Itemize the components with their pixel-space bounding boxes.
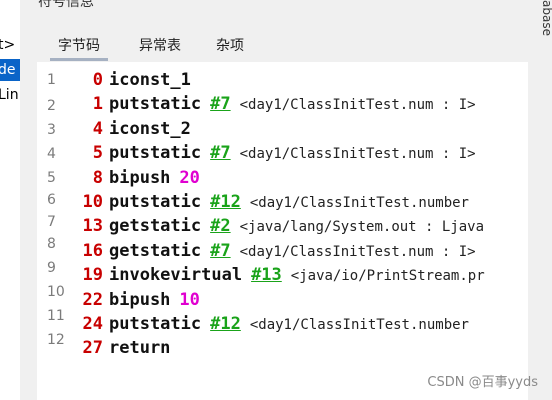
right-side-panel-tab[interactable]: abase [538, 0, 552, 60]
constant-pool-ref-link[interactable]: #7 [210, 241, 230, 261]
instruction-opcode: putstatic [109, 192, 202, 212]
instruction-offset: 27 [82, 338, 103, 359]
instruction-offset: 1 [92, 94, 103, 115]
bytecode-row[interactable]: 13 getstatic #2 <java/lang/System.out : Lja… [67, 214, 485, 238]
tab-bytecode[interactable]: 字节码 [50, 36, 108, 61]
instruction-comment: <day1/ClassInitTest.number [249, 195, 469, 211]
instruction-offset: 5 [92, 143, 103, 164]
instruction-opcode: putstatic [109, 314, 202, 334]
instruction-offset: 4 [92, 118, 103, 139]
constant-pool-ref-link[interactable]: #12 [210, 314, 241, 334]
line-number: 2 [47, 98, 56, 114]
instruction-opcode: iconst_1 [109, 70, 191, 90]
instruction-offset: 19 [82, 265, 103, 286]
bytecode-editor[interactable]: 1 2 3 4 5 6 7 8 9 10 11 12 0 iconst_1 1 putstatic #7 <da… [37, 62, 528, 400]
tree-item[interactable]: t> [0, 34, 20, 56]
bytecode-row[interactable]: 10 putstatic #12 <day1/ClassInitTest.number [67, 190, 469, 214]
instruction-comment: <day1/ClassInitTest.num : I> [239, 243, 476, 260]
instruction-opcode: putstatic [109, 94, 202, 115]
instruction-offset: 24 [82, 314, 103, 334]
instruction-opcode: getstatic [109, 216, 202, 237]
instruction-opcode: return [109, 338, 171, 359]
line-number: 11 [47, 308, 65, 324]
project-tree-panel: t> de Lin [0, 0, 20, 400]
instruction-comment: <java/lang/System.out : Ljava [239, 219, 485, 236]
bytecode-row[interactable]: 5 putstatic #7 <day1/ClassInitTest.num : I> [67, 141, 476, 165]
bytecode-row[interactable]: 8 bipush 20 [67, 166, 200, 190]
line-number: 8 [47, 236, 56, 252]
line-number: 4 [47, 146, 56, 162]
instruction-offset: 16 [82, 240, 103, 261]
bytecode-row[interactable]: 0 iconst_1 [67, 68, 191, 92]
bytecode-row[interactable]: 27 return [67, 336, 171, 360]
instruction-offset: 0 [92, 70, 103, 90]
instruction-comment: <day1/ClassInitTest.number [249, 317, 469, 333]
line-number: 10 [47, 284, 65, 300]
tree-item-label: Lin [0, 87, 19, 103]
watermark: CSDN @百事yyds [427, 375, 538, 390]
line-number: 1 [47, 72, 56, 88]
instruction-comment: <day1/ClassInitTest.num : I> [239, 146, 476, 163]
instruction-offset: 22 [82, 289, 103, 310]
tab-exception-table[interactable]: 异常表 [132, 36, 188, 58]
right-side-panel-label: abase [540, 0, 552, 36]
instruction-opcode: invokevirtual [109, 265, 243, 286]
bytecode-row[interactable]: 16 getstatic #7 <day1/ClassInitTest.num : I… [67, 239, 476, 263]
line-number: 12 [47, 332, 65, 348]
instruction-opcode: bipush [109, 289, 171, 310]
tree-item-selected[interactable]: de [0, 59, 20, 81]
constant-pool-ref-link[interactable]: #7 [210, 143, 230, 163]
tab-misc[interactable]: 杂项 [210, 36, 250, 58]
instruction-offset: 10 [82, 192, 103, 212]
instruction-offset: 8 [92, 167, 103, 188]
instruction-operand: 10 [179, 289, 200, 310]
tree-item-label: de [0, 62, 16, 78]
line-number: 6 [47, 192, 56, 208]
bytecode-row[interactable]: 24 putstatic #12 <day1/ClassInitTest.number [67, 312, 469, 336]
bytecode-row[interactable]: 19 invokevirtual #13 <java/io/PrintStream.p… [67, 263, 485, 287]
instruction-operand: 20 [179, 167, 200, 188]
instruction-opcode: getstatic [109, 240, 202, 261]
instruction-comment: <day1/ClassInitTest.num : I> [239, 97, 476, 114]
bytecode-row[interactable]: 4 iconst_2 [67, 117, 191, 141]
constant-pool-ref-link[interactable]: #13 [251, 265, 282, 285]
tree-item[interactable]: Lin [0, 84, 20, 106]
bytecode-row[interactable]: 22 bipush 10 [67, 288, 200, 312]
instruction-opcode: putstatic [109, 143, 202, 164]
constant-pool-ref-link[interactable]: #7 [210, 94, 230, 114]
line-number: 5 [47, 170, 56, 186]
constant-pool-ref-link[interactable]: #2 [210, 216, 230, 236]
tree-item-label: t> [0, 37, 16, 53]
constant-pool-ref-link[interactable]: #12 [210, 192, 241, 212]
line-number: 3 [47, 122, 56, 138]
instruction-opcode: iconst_2 [109, 118, 191, 139]
line-number: 7 [47, 214, 56, 230]
panel-heading: 符号信息 [38, 0, 94, 10]
line-number: 9 [47, 260, 56, 276]
instruction-offset: 13 [82, 216, 103, 237]
bytecode-row[interactable]: 1 putstatic #7 <day1/ClassInitTest.num : I> [67, 92, 476, 116]
instruction-comment: <java/io/PrintStream.pr [290, 268, 485, 285]
instruction-opcode: bipush [109, 167, 171, 188]
